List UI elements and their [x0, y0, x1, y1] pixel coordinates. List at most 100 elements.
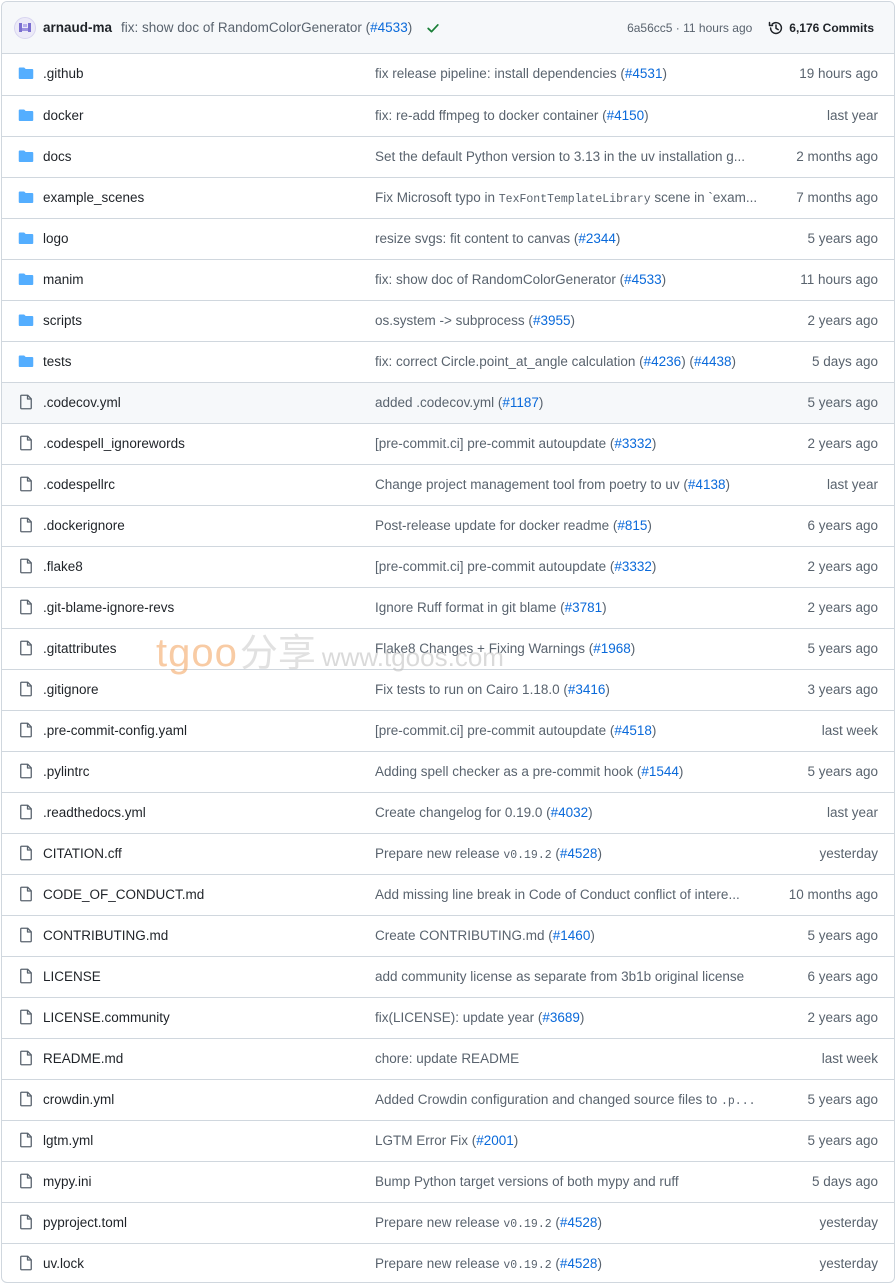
pr-link[interactable]: #4528	[560, 1215, 598, 1230]
file-name-link[interactable]: CODE_OF_CONDUCT.md	[43, 875, 204, 915]
file-row[interactable]: .gitattributes Flake8 Changes + Fixing Wa…	[2, 628, 894, 669]
commit-message-text[interactable]: Post-release update for docker readme (	[375, 518, 617, 533]
commit-message-text-after[interactable]: scene in `exam...	[651, 190, 757, 205]
commit-message-link[interactable]: Fix tests to run on Cairo 1.18.0 (#3416)	[375, 670, 761, 710]
file-row[interactable]: .readthedocs.yml Create changelog for 0.1…	[2, 792, 894, 833]
file-row[interactable]: LICENSE add community license as separate…	[2, 956, 894, 997]
commit-message-link[interactable]: Set the default Python version to 3.13 i…	[375, 137, 761, 177]
file-name-link[interactable]: .codespell_ignorewords	[43, 424, 185, 464]
pr-link[interactable]: #1460	[553, 928, 591, 943]
commit-message-link[interactable]: Create CONTRIBUTING.md (#1460)	[375, 916, 761, 956]
commit-message-text[interactable]: [pre-commit.ci] pre-commit autoupdate (	[375, 436, 614, 451]
commit-message-link[interactable]: [pre-commit.ci] pre-commit autoupdate (#…	[375, 547, 761, 587]
file-name-link[interactable]: LICENSE.community	[43, 998, 170, 1038]
commit-message-text[interactable]: add community license as separate from 3…	[375, 969, 744, 984]
commit-message-text[interactable]: Prepare new release	[375, 1256, 503, 1271]
commit-message-link[interactable]: Add missing line break in Code of Conduc…	[375, 875, 761, 915]
file-name-link[interactable]: logo	[43, 219, 69, 259]
file-name-link[interactable]: CONTRIBUTING.md	[43, 916, 168, 956]
file-row[interactable]: uv.lock Prepare new release v0.19.2 (#452…	[2, 1243, 894, 1282]
commit-message-text[interactable]: Create changelog for 0.19.0 (	[375, 805, 551, 820]
commit-message-text[interactable]: Prepare new release	[375, 1215, 503, 1230]
file-name-link[interactable]: .git-blame-ignore-revs	[43, 588, 174, 628]
commit-message-text[interactable]: fix: show doc of RandomColorGenerator (	[375, 272, 624, 287]
commit-message-text[interactable]: os.system -> subprocess (	[375, 313, 533, 328]
pr-link[interactable]: #4528	[560, 846, 598, 861]
commit-message-link[interactable]: Bump Python target versions of both mypy…	[375, 1162, 761, 1202]
commit-message-text[interactable]: Set the default Python version to 3.13 i…	[375, 149, 745, 164]
file-row[interactable]: LICENSE.community fix(LICENSE): update ye…	[2, 997, 894, 1038]
pr-link[interactable]: #4531	[625, 66, 663, 81]
commit-message-text[interactable]: Create CONTRIBUTING.md (	[375, 928, 553, 943]
file-name-link[interactable]: .codecov.yml	[43, 383, 121, 423]
commit-message-link[interactable]: Create changelog for 0.19.0 (#4032)	[375, 793, 761, 833]
commit-code-snippet[interactable]: .p...	[721, 1095, 756, 1108]
file-row[interactable]: .pre-commit-config.yaml [pre-commit.ci] p…	[2, 710, 894, 751]
commit-message-link[interactable]: os.system -> subprocess (#3955)	[375, 301, 761, 341]
file-row[interactable]: example_scenes Fix Microsoft typo in TexF…	[2, 177, 894, 218]
commit-code-snippet[interactable]: v0.19.2	[503, 1259, 551, 1272]
commit-message-text[interactable]: resize svgs: fit content to canvas (	[375, 231, 578, 246]
commit-message-text[interactable]: chore: update README	[375, 1051, 519, 1066]
pr-link[interactable]: #4438	[694, 354, 732, 369]
commit-message-link[interactable]: Ignore Ruff format in git blame (#3781)	[375, 588, 761, 628]
file-name-link[interactable]: .flake8	[43, 547, 83, 587]
commit-message-text[interactable]: Added Crowdin configuration and changed …	[375, 1092, 721, 1107]
commit-code-snippet[interactable]: v0.19.2	[503, 1218, 551, 1231]
commit-message-link[interactable]: fix: re-add ffmpeg to docker container (…	[375, 96, 761, 136]
file-row[interactable]: .git-blame-ignore-revs Ignore Ruff format…	[2, 587, 894, 628]
file-name-link[interactable]: .pre-commit-config.yaml	[43, 711, 187, 751]
commit-message-link[interactable]: Change project management tool from poet…	[375, 465, 761, 505]
avatar[interactable]	[14, 16, 36, 39]
commit-message-text[interactable]: Adding spell checker as a pre-commit hoo…	[375, 764, 641, 779]
commit-message-text[interactable]: added .codecov.yml (	[375, 395, 502, 410]
file-name-link[interactable]: scripts	[43, 301, 82, 341]
file-row[interactable]: .dockerignore Post-release update for doc…	[2, 505, 894, 546]
file-name-link[interactable]: tests	[43, 342, 72, 382]
file-name-link[interactable]: manim	[43, 260, 84, 300]
file-name-link[interactable]: .gitattributes	[43, 629, 117, 669]
file-row[interactable]: docs Set the default Python version to 3.…	[2, 136, 894, 177]
pr-link[interactable]: #3955	[533, 313, 571, 328]
commit-message-text[interactable]: LGTM Error Fix (	[375, 1133, 476, 1148]
commit-code-snippet[interactable]: TexFontTemplateLibrary	[499, 193, 651, 206]
file-name-link[interactable]: LICENSE	[43, 957, 101, 997]
commit-message-text[interactable]: Add missing line break in Code of Conduc…	[375, 887, 740, 902]
commits-count[interactable]: 6,176 Commits	[789, 21, 874, 35]
pr-link[interactable]: #3332	[614, 436, 652, 451]
pr-link[interactable]: #3689	[542, 1010, 580, 1025]
file-row[interactable]: pyproject.toml Prepare new release v0.19.…	[2, 1202, 894, 1243]
commit-message-link[interactable]: LGTM Error Fix (#2001)	[375, 1121, 761, 1161]
commit-message-text[interactable]: Fix Microsoft typo in	[375, 190, 499, 205]
commit-message-link[interactable]: added .codecov.yml (#1187)	[375, 383, 761, 423]
commit-message-link[interactable]: chore: update README	[375, 1039, 761, 1079]
commit-message-link[interactable]: Post-release update for docker readme (#…	[375, 506, 761, 546]
pr-link[interactable]: #1968	[593, 641, 631, 656]
file-row[interactable]: .codespell_ignorewords [pre-commit.ci] pr…	[2, 423, 894, 464]
commit-message-link[interactable]: fix: correct Circle.point_at_angle calcu…	[375, 342, 761, 382]
file-name-link[interactable]: .github	[43, 54, 84, 94]
commit-message-link[interactable]: Adding spell checker as a pre-commit hoo…	[375, 752, 761, 792]
file-row[interactable]: .github fix release pipeline: install dep…	[2, 54, 894, 95]
commit-message-text[interactable]: [pre-commit.ci] pre-commit autoupdate (	[375, 559, 614, 574]
commit-message-link[interactable]: [pre-commit.ci] pre-commit autoupdate (#…	[375, 424, 761, 464]
file-name-link[interactable]: pyproject.toml	[43, 1203, 127, 1243]
file-row[interactable]: .codecov.yml added .codecov.yml (#1187) 5 …	[2, 382, 894, 423]
file-name-link[interactable]: lgtm.yml	[43, 1121, 93, 1161]
file-name-link[interactable]: mypy.ini	[43, 1162, 92, 1202]
file-name-link[interactable]: .pylintrc	[43, 752, 90, 792]
sha-value[interactable]: 6a56cc5	[627, 21, 672, 35]
commit-message-link[interactable]: fix(LICENSE): update year (#3689)	[375, 998, 761, 1038]
pr-link[interactable]: #4138	[688, 477, 726, 492]
commit-message-text[interactable]: fix: show doc of RandomColorGenerator	[121, 20, 362, 35]
file-name-link[interactable]: .gitignore	[43, 670, 99, 710]
pr-link[interactable]: #4236	[644, 354, 682, 369]
pr-link[interactable]: #1544	[641, 764, 679, 779]
file-row[interactable]: crowdin.yml Added Crowdin configuration a…	[2, 1079, 894, 1120]
file-row[interactable]: scripts os.system -> subprocess (#3955) 2 …	[2, 300, 894, 341]
file-name-link[interactable]: crowdin.yml	[43, 1080, 114, 1120]
pr-link[interactable]: #815	[617, 518, 647, 533]
commit-message-text[interactable]: [pre-commit.ci] pre-commit autoupdate (	[375, 723, 614, 738]
file-row[interactable]: mypy.ini Bump Python target versions of b…	[2, 1161, 894, 1202]
file-name-link[interactable]: .readthedocs.yml	[43, 793, 146, 833]
